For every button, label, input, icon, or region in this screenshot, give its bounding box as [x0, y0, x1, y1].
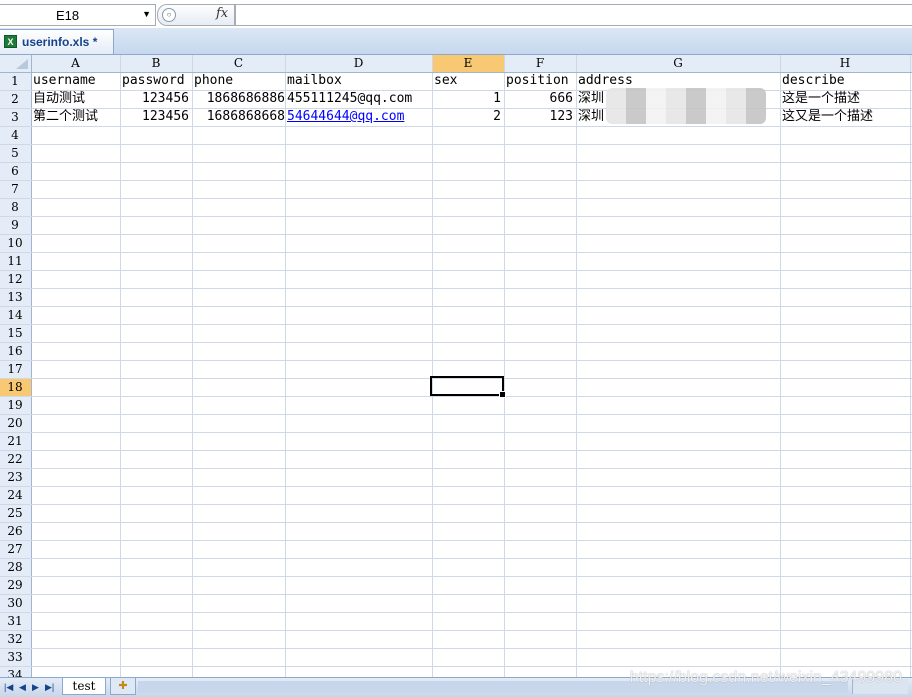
cell-H2[interactable]: 这是一个描述 — [782, 90, 907, 108]
row-header-1[interactable]: 1 — [0, 72, 30, 90]
cell-B2[interactable]: 123456 — [122, 90, 189, 108]
column-header-F[interactable]: F — [504, 55, 576, 72]
row-header-24[interactable]: 24 — [0, 486, 30, 504]
grid-lines — [0, 55, 912, 677]
chevron-down-icon[interactable]: ▼ — [142, 9, 151, 19]
row-header-5[interactable]: 5 — [0, 144, 30, 162]
column-header-E[interactable]: E — [432, 55, 504, 72]
row-header-8[interactable]: 8 — [0, 198, 30, 216]
column-header-D[interactable]: D — [285, 55, 432, 72]
cell-G3[interactable]: 深圳 — [578, 108, 777, 126]
sheet-tab-test[interactable]: test — [62, 678, 106, 695]
row-header-19[interactable]: 19 — [0, 396, 30, 414]
cell-E3[interactable]: 2 — [434, 108, 501, 126]
cell-D1[interactable]: mailbox — [287, 72, 429, 90]
cell-A1[interactable]: username — [33, 72, 117, 90]
row-header-7[interactable]: 7 — [0, 180, 30, 198]
workbook-tab[interactable]: X userinfo.xls * — [0, 29, 114, 54]
cell-C2[interactable]: 1868686886 — [194, 90, 285, 108]
row-header-30[interactable]: 30 — [0, 594, 30, 612]
cancel-circle-icon[interactable]: ○ — [162, 8, 176, 22]
active-cell-E18[interactable] — [430, 376, 506, 398]
row-header-16[interactable]: 16 — [0, 342, 30, 360]
new-sheet-icon[interactable]: ✚ — [110, 678, 136, 695]
column-header-C[interactable]: C — [192, 55, 285, 72]
row-header-26[interactable]: 26 — [0, 522, 30, 540]
cell-C1[interactable]: phone — [194, 72, 282, 90]
row-header-11[interactable]: 11 — [0, 252, 30, 270]
cell-A2[interactable]: 自动测试 — [33, 90, 117, 108]
row-header-12[interactable]: 12 — [0, 270, 30, 288]
cell-C3[interactable]: 1686868668 — [194, 108, 285, 126]
sheet-tab-bar: |◀ ◀ ▶ ▶| test ✚ https://blog.csdn.net/w… — [0, 669, 912, 697]
row-header-20[interactable]: 20 — [0, 414, 30, 432]
name-box-value: E18 — [56, 8, 80, 23]
first-sheet-icon[interactable]: |◀ — [4, 680, 13, 694]
cell-E2[interactable]: 1 — [434, 90, 501, 108]
cell-D2[interactable]: 455111245@qq.com — [287, 90, 429, 108]
row-header-31[interactable]: 31 — [0, 612, 30, 630]
excel-file-icon: X — [4, 35, 17, 48]
cell-H3[interactable]: 这又是一个描述 — [782, 108, 907, 126]
cell-G1[interactable]: address — [578, 72, 777, 90]
row-header-14[interactable]: 14 — [0, 306, 30, 324]
row-header-13[interactable]: 13 — [0, 288, 30, 306]
row-header-17[interactable]: 17 — [0, 360, 30, 378]
row-header-29[interactable]: 29 — [0, 576, 30, 594]
cell-F2[interactable]: 666 — [506, 90, 573, 108]
cell-E1[interactable]: sex — [434, 72, 501, 90]
cell-F1[interactable]: position — [506, 72, 573, 90]
cell-H1[interactable]: describe — [782, 72, 907, 90]
cell-B3[interactable]: 123456 — [122, 108, 189, 126]
cell-B1[interactable]: password — [122, 72, 189, 90]
row-header-34[interactable]: 34 — [0, 666, 30, 677]
workbook-tab-bar: X userinfo.xls * — [0, 28, 912, 55]
row-header-21[interactable]: 21 — [0, 432, 30, 450]
row-header-22[interactable]: 22 — [0, 450, 30, 468]
column-header-B[interactable]: B — [120, 55, 192, 72]
insert-function-icon[interactable]: fx — [216, 6, 228, 21]
last-sheet-icon[interactable]: ▶| — [45, 680, 54, 694]
cell-A3[interactable]: 第二个测试 — [33, 108, 117, 126]
row-header-9[interactable]: 9 — [0, 216, 30, 234]
row-header-15[interactable]: 15 — [0, 324, 30, 342]
column-header-H[interactable]: H — [780, 55, 910, 72]
prev-sheet-icon[interactable]: ◀ — [19, 680, 26, 694]
cell-G2[interactable]: 深圳 — [578, 90, 777, 108]
workbook-tab-label: userinfo.xls * — [22, 35, 98, 49]
spreadsheet-grid[interactable]: A B C D E F G H 1 2 3 4 5 6 7 8 9 10 11 12 13 14 15 16 17 18 19 20 2… — [0, 55, 912, 677]
row-header-4[interactable]: 4 — [0, 126, 30, 144]
row-header-10[interactable]: 10 — [0, 234, 30, 252]
formula-input[interactable] — [235, 4, 912, 26]
row-header-32[interactable]: 32 — [0, 630, 30, 648]
formula-controls: ○ fx — [157, 4, 235, 26]
row-header-2[interactable]: 2 — [0, 90, 30, 108]
row-header-28[interactable]: 28 — [0, 558, 30, 576]
row-header-23[interactable]: 23 — [0, 468, 30, 486]
row-header-25[interactable]: 25 — [0, 504, 30, 522]
watermark: https://blog.csdn.net/weixin_43499980 — [629, 669, 902, 686]
column-header-A[interactable]: A — [31, 55, 120, 72]
row-header-33[interactable]: 33 — [0, 648, 30, 666]
row-header-3[interactable]: 3 — [0, 108, 30, 126]
row-header-18[interactable]: 18 — [0, 378, 30, 396]
cell-D3[interactable]: 54644644@qq.com — [287, 108, 429, 126]
name-box[interactable]: E18 ▼ — [0, 4, 156, 26]
row-header-6[interactable]: 6 — [0, 162, 30, 180]
row-header-27[interactable]: 27 — [0, 540, 30, 558]
next-sheet-icon[interactable]: ▶ — [32, 680, 39, 694]
cell-F3[interactable]: 123 — [506, 108, 573, 126]
fill-handle[interactable] — [499, 391, 506, 398]
column-header-G[interactable]: G — [576, 55, 780, 72]
